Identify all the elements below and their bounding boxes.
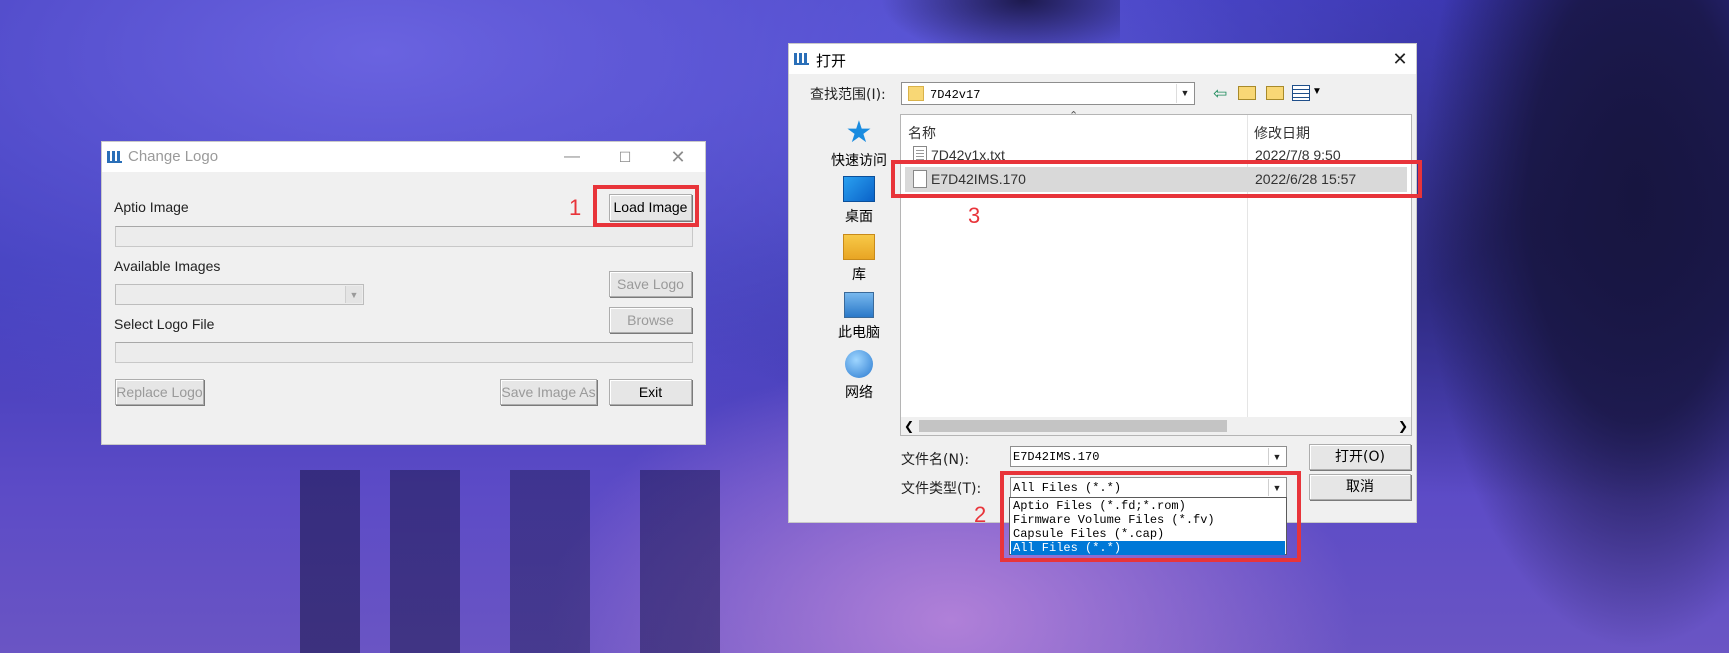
place-network[interactable]: 网络 [805,350,913,406]
aptio-image-field[interactable] [115,226,693,247]
exit-button[interactable]: Exit [609,379,692,405]
dialog-title: 打开 [816,52,847,70]
close-icon[interactable]: ✕ [655,142,701,172]
save-logo-button[interactable]: Save Logo [609,271,692,297]
library-icon [843,234,875,260]
save-image-as-button[interactable]: Save Image As [500,379,597,405]
highlight-box-file-type [1000,471,1301,562]
folder-icon [908,86,924,101]
file-name-value: E7D42IMS.170 [1013,450,1100,464]
place-label: 桌面 [845,209,873,225]
horizontal-scrollbar[interactable]: ❮ ❯ [901,417,1411,435]
file-type-label: 文件类型(T): [901,481,982,497]
scrollbar-thumb[interactable] [919,420,1227,432]
step-number-3: 3 [968,203,981,228]
place-label: 此电脑 [838,325,880,341]
file-name-input[interactable]: E7D42IMS.170 ▼ [1010,446,1287,467]
step-number-1: 1 [569,195,582,220]
back-icon[interactable]: ⇦ [1213,84,1227,104]
open-file-dialog: 打开 ✕ 查找范围(I): 7D42v17 ▼ ⇦ ▼ ★ 快速访问 桌面 库 … [788,43,1417,523]
up-folder-icon[interactable] [1238,86,1256,100]
scroll-left-icon[interactable]: ❮ [904,417,914,435]
replace-logo-button[interactable]: Replace Logo [115,379,204,405]
highlight-box-file [891,160,1422,198]
close-icon[interactable]: ✕ [1377,44,1423,74]
look-in-select[interactable]: 7D42v17 ▼ [901,82,1195,105]
browse-button[interactable]: Browse [609,307,692,333]
app-logo-icon [107,151,122,163]
look-in-value: 7D42v17 [930,88,981,102]
desktop-icon [843,176,875,202]
scroll-right-icon[interactable]: ❯ [1398,417,1408,435]
chevron-down-icon: ▼ [1268,448,1285,465]
select-logo-file-label: Select Logo File [114,316,215,332]
look-in-label: 查找范围(I): [810,87,886,103]
chevron-down-icon: ▼ [1176,84,1193,103]
background-buildings [300,470,820,653]
star-icon: ★ [845,115,873,150]
open-button[interactable]: 打开(O) [1309,444,1411,470]
sort-ascending-icon: ⌃ [1069,110,1079,122]
title-bar[interactable]: Change Logo — ☐ ✕ [102,142,705,172]
step-number-2: 2 [974,502,987,527]
dialog-title-bar[interactable]: 打开 ✕ [789,44,1416,74]
place-label: 网络 [845,385,873,401]
logo-file-field[interactable] [115,342,693,363]
place-label: 快速访问 [831,153,887,169]
background-artwork [1420,0,1729,653]
minimize-icon[interactable]: — [549,142,595,172]
maximize-icon[interactable]: ☐ [602,142,648,172]
new-folder-icon[interactable] [1266,86,1284,100]
view-menu-icon[interactable] [1292,85,1310,101]
window-title: Change Logo [128,148,219,165]
chevron-down-icon: ▼ [345,286,362,303]
available-images-label: Available Images [114,258,221,274]
network-icon [845,350,873,378]
computer-icon [844,292,874,318]
place-label: 库 [852,267,866,283]
app-logo-icon [794,53,809,65]
cancel-button[interactable]: 取消 [1309,474,1411,500]
column-header-name[interactable]: 名称 [908,123,936,143]
highlight-box-load-image [593,185,699,227]
place-libraries[interactable]: 库 [805,234,913,290]
aptio-image-label: Aptio Image [114,199,189,215]
place-this-pc[interactable]: 此电脑 [805,292,913,348]
available-images-select[interactable]: ▼ [115,284,364,305]
chevron-down-icon[interactable]: ▼ [1312,86,1322,97]
file-name-label: 文件名(N): [901,452,970,468]
column-header-date[interactable]: 修改日期 [1254,123,1310,143]
